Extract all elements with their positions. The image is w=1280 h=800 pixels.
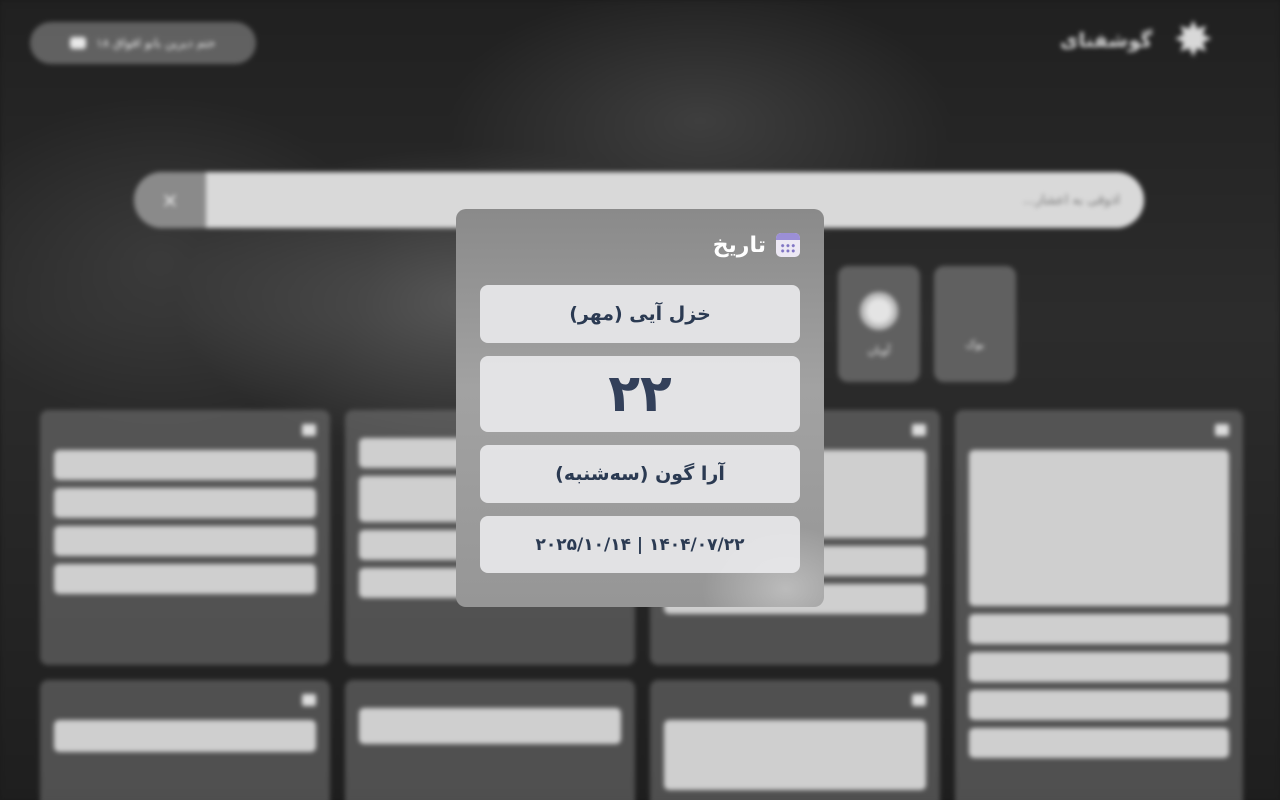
circle-app-icon <box>860 291 898 330</box>
note-icon <box>912 694 926 706</box>
forecast-box <box>969 450 1229 606</box>
search-engines-widget <box>345 680 635 800</box>
date-card: تاریخ خزل آیی (مهر) ۲۲ آرا گون (سه‌شنبه)… <box>456 209 824 607</box>
forecast-row <box>969 690 1229 720</box>
quick-link-tile[interactable]: بوک <box>934 266 1016 382</box>
date-card-header: تاریخ <box>480 227 800 263</box>
forecast-row <box>969 652 1229 682</box>
price-row <box>54 526 316 556</box>
quick-link-tile[interactable]: آویان <box>838 266 920 382</box>
notes-area <box>664 720 926 790</box>
quick-link-label: آویان <box>867 343 891 357</box>
notes-widget <box>650 680 940 800</box>
converter-box <box>54 720 316 752</box>
weekday-label: آرا گون (سه‌شنبه) <box>555 463 725 485</box>
swap-icon <box>302 694 316 706</box>
search-clear-button[interactable]: × <box>134 172 206 228</box>
converter-widget <box>40 680 330 800</box>
forecast-row <box>969 614 1229 644</box>
price-row <box>54 450 316 480</box>
cloud-icon <box>1215 424 1229 436</box>
feedback-label: ختم دیرین بانو اقواق ۱۸ <box>96 36 216 50</box>
date-card-title: تاریخ <box>712 232 766 258</box>
month-box: خزل آیی (مهر) <box>480 285 800 343</box>
clock-icon <box>912 424 926 436</box>
price-widget <box>40 410 330 665</box>
weekday-box: آرا گون (سه‌شنبه) <box>480 445 800 503</box>
feedback-button[interactable]: ختم دیرین بانو اقواق ۱۸ <box>30 22 256 64</box>
engine-input <box>359 708 621 744</box>
month-label: خزل آیی (مهر) <box>569 303 711 325</box>
chart-icon <box>302 424 316 436</box>
price-row <box>54 564 316 594</box>
mascot-logo: ✸ <box>1173 12 1214 68</box>
brand-name: گوشفنای <box>1060 28 1153 52</box>
price-row <box>54 488 316 518</box>
brand[interactable]: ✸ گوشفنای <box>1060 8 1240 72</box>
quick-link-label: بوک <box>965 337 985 351</box>
weather-widget <box>955 410 1243 800</box>
message-icon <box>70 37 87 49</box>
dates-box: ۱۴۰۴/۰۷/۲۲ | ۲۰۲۵/۱۰/۱۴ <box>480 516 800 573</box>
day-number: ۲۲ <box>608 364 672 424</box>
full-dates: ۱۴۰۴/۰۷/۲۲ | ۲۰۲۵/۱۰/۱۴ <box>535 534 745 555</box>
calendar-icon <box>776 233 800 257</box>
forecast-row <box>969 728 1229 758</box>
day-box: ۲۲ <box>480 356 800 432</box>
